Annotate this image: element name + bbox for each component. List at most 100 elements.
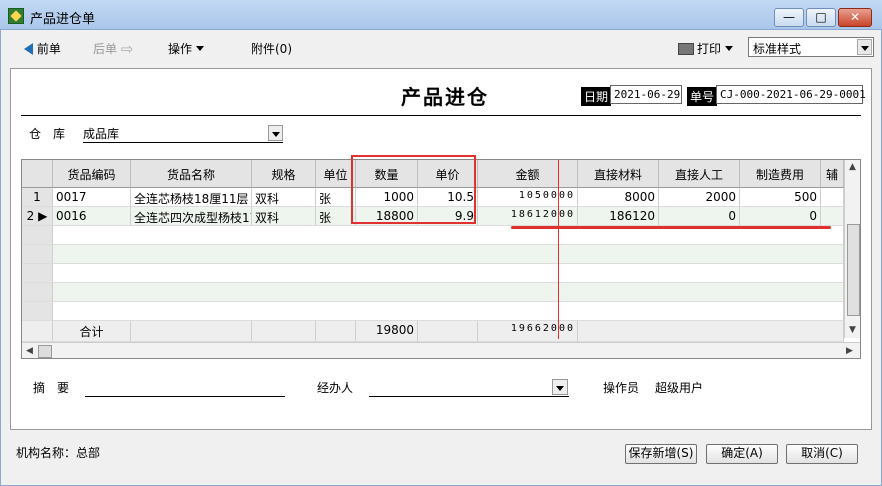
handler-input[interactable] bbox=[369, 396, 569, 397]
app-icon bbox=[8, 8, 24, 24]
scroll-down-icon[interactable]: ▼ bbox=[849, 325, 856, 335]
print-button[interactable]: 打印 bbox=[678, 40, 734, 57]
minimize-button[interactable]: — bbox=[774, 8, 804, 27]
cell-spec[interactable]: 双科 bbox=[252, 207, 316, 226]
doc-no-label: 单号 bbox=[687, 87, 718, 106]
cell-labor[interactable]: 0 bbox=[659, 207, 740, 226]
empty-row[interactable] bbox=[22, 283, 844, 302]
print-style-select[interactable]: 标准样式 bbox=[748, 37, 874, 57]
arrow-right-icon: ⇨ bbox=[120, 40, 134, 58]
date-field[interactable]: 2021-06-29 bbox=[610, 85, 682, 104]
cell-aux[interactable] bbox=[821, 188, 844, 207]
row-number-text: 2 bbox=[26, 209, 35, 223]
total-blank bbox=[578, 321, 844, 342]
handler-label: 经办人 bbox=[317, 381, 354, 395]
total-blank bbox=[252, 321, 316, 342]
vertical-scrollbar[interactable]: ▲ ▼ bbox=[844, 160, 860, 338]
total-blank bbox=[316, 321, 356, 342]
row-number bbox=[22, 283, 53, 302]
operations-label: 操作 bbox=[168, 42, 193, 56]
empty-row[interactable] bbox=[22, 245, 844, 264]
memo-input[interactable] bbox=[85, 396, 285, 397]
cell-overhead[interactable]: 0 bbox=[740, 207, 821, 226]
row-number: 1 bbox=[22, 188, 53, 207]
empty-cells[interactable] bbox=[53, 264, 844, 283]
document-title: 产品进仓 bbox=[401, 85, 489, 109]
close-button[interactable]: ✕ bbox=[838, 8, 872, 27]
header-unit[interactable]: 单位 bbox=[316, 160, 356, 188]
horizontal-scrollbar[interactable]: ◀ ▶ bbox=[22, 342, 860, 358]
operations-menu[interactable]: 操作 bbox=[168, 40, 205, 57]
handler-dropdown-icon[interactable] bbox=[552, 379, 568, 395]
cell-code[interactable]: 0017 bbox=[53, 188, 131, 207]
header-rownum bbox=[22, 160, 53, 188]
warehouse-label: 仓 库 bbox=[29, 127, 66, 141]
cell-amount[interactable]: 18612000 bbox=[478, 207, 578, 226]
empty-row[interactable] bbox=[22, 302, 844, 321]
dropdown-arrow-icon[interactable] bbox=[857, 39, 872, 55]
amount-decimal-line bbox=[558, 160, 559, 339]
date-label: 日期 bbox=[581, 87, 612, 106]
cell-labor[interactable]: 2000 bbox=[659, 188, 740, 207]
cell-unit[interactable]: 张 bbox=[316, 207, 356, 226]
cell-spec[interactable]: 双科 bbox=[252, 188, 316, 207]
cell-amount[interactable]: 1050000 bbox=[478, 188, 578, 207]
cell-name[interactable]: 全连芯四次成型杨枝17 bbox=[131, 207, 252, 226]
total-amount: 19662000 bbox=[478, 321, 578, 342]
header-material[interactable]: 直接材料 bbox=[578, 160, 659, 188]
next-doc-label: 后单 bbox=[93, 42, 118, 56]
organization-label: 机构名称：总部 bbox=[16, 446, 101, 460]
cell-code[interactable]: 0016 bbox=[53, 207, 131, 226]
form-panel: 产品进仓 日期 2021-06-29 单号 CJ-000-2021-06-29-… bbox=[10, 68, 872, 430]
empty-row[interactable] bbox=[22, 264, 844, 283]
print-style-value: 标准样式 bbox=[753, 42, 802, 56]
operator-label: 操作员 bbox=[603, 381, 640, 395]
operator-value: 超级用户 bbox=[655, 381, 704, 395]
scroll-right-icon[interactable]: ▶ bbox=[846, 346, 853, 356]
header-aux[interactable]: 辅 bbox=[821, 160, 844, 188]
save-new-button[interactable]: 保存新增(S) bbox=[625, 444, 697, 464]
scroll-up-icon[interactable]: ▲ bbox=[849, 162, 856, 172]
header-labor[interactable]: 直接人工 bbox=[659, 160, 740, 188]
row-pointer-icon: ▶ bbox=[38, 209, 48, 223]
scroll-left-icon[interactable]: ◀ bbox=[26, 346, 33, 356]
warehouse-dropdown-icon[interactable] bbox=[268, 125, 283, 141]
header-code[interactable]: 货品编码 bbox=[53, 160, 131, 188]
ok-button[interactable]: 确定(A) bbox=[706, 444, 778, 464]
prev-doc-button[interactable]: 前单 bbox=[24, 40, 61, 57]
cell-aux[interactable] bbox=[821, 207, 844, 226]
memo-label: 摘 要 bbox=[33, 381, 70, 395]
row-number: 2 ▶ bbox=[22, 207, 53, 226]
maximize-button[interactable]: □ bbox=[806, 8, 836, 27]
warehouse-value[interactable]: 成品库 bbox=[83, 125, 119, 142]
header-amount[interactable]: 金额 bbox=[478, 160, 578, 188]
next-doc-button[interactable]: 后单 ⇨ bbox=[93, 40, 133, 58]
cell-name[interactable]: 全连芯杨枝18厘11层 bbox=[131, 188, 252, 207]
total-row: 合计 19800 19662000 bbox=[22, 321, 844, 342]
empty-cells[interactable] bbox=[53, 302, 844, 321]
header-overhead[interactable]: 制造费用 bbox=[740, 160, 821, 188]
horizontal-scroll-thumb[interactable] bbox=[38, 345, 52, 358]
window-title: 产品进仓单 bbox=[30, 12, 96, 27]
empty-cells[interactable] bbox=[53, 245, 844, 264]
row-number bbox=[22, 226, 53, 245]
cell-material[interactable]: 8000 bbox=[578, 188, 659, 207]
prev-doc-label: 前单 bbox=[36, 42, 61, 56]
empty-cells[interactable] bbox=[53, 283, 844, 302]
header-spec[interactable]: 规格 bbox=[252, 160, 316, 188]
divider bbox=[21, 115, 861, 116]
attachments-button[interactable]: 附件(0) bbox=[251, 40, 292, 57]
warehouse-underline bbox=[83, 142, 283, 143]
doc-no-field[interactable]: CJ-000-2021-06-29-0001 bbox=[716, 85, 866, 104]
row-number bbox=[22, 245, 53, 264]
cell-material[interactable]: 186120 bbox=[578, 207, 659, 226]
vertical-scroll-thumb[interactable] bbox=[847, 224, 860, 316]
total-qty: 19800 bbox=[356, 321, 418, 342]
cell-overhead[interactable]: 500 bbox=[740, 188, 821, 207]
total-blank bbox=[131, 321, 252, 342]
cell-unit[interactable]: 张 bbox=[316, 188, 356, 207]
row-number bbox=[22, 321, 53, 342]
arrow-left-icon bbox=[24, 43, 33, 55]
header-name[interactable]: 货品名称 bbox=[131, 160, 252, 188]
cancel-button[interactable]: 取消(C) bbox=[786, 444, 858, 464]
